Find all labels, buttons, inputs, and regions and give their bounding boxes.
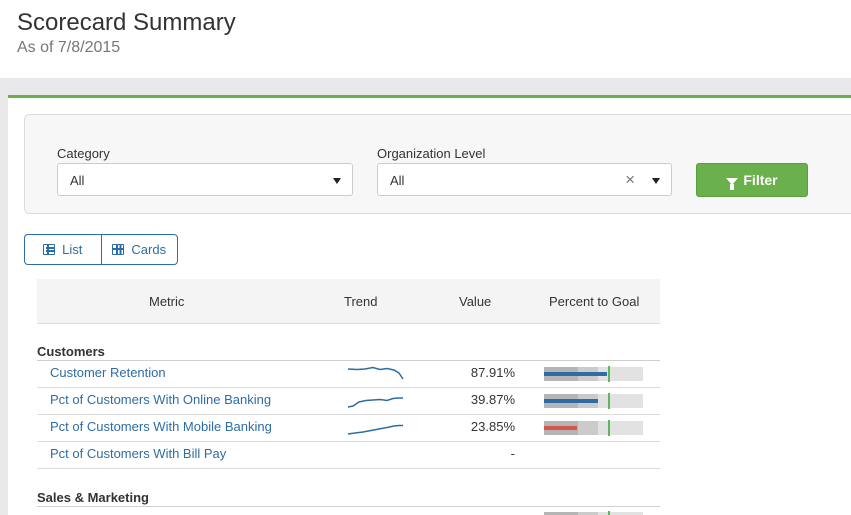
list-icon (43, 244, 56, 255)
group-label-customers: Customers (37, 344, 105, 359)
column-header-trend[interactable]: Trend (344, 294, 377, 309)
close-icon[interactable]: × (625, 170, 635, 190)
grid-icon (112, 244, 125, 255)
org-level-label: Organization Level (377, 146, 486, 161)
percent-to-goal-bar (544, 393, 643, 409)
table-row: Pct of Customers With Mobile Banking 23.… (37, 415, 660, 442)
table-row: Pct of Customers With Online Banking 39.… (37, 388, 660, 415)
page-title: Scorecard Summary (17, 9, 236, 36)
percent-to-goal-bar (544, 420, 643, 436)
page-header: Scorecard Summary As of 7/8/2015 (0, 0, 851, 78)
progress-fill (544, 372, 608, 376)
goal-marker (608, 420, 610, 436)
trend-sparkline (347, 366, 404, 380)
funnel-icon (726, 177, 739, 190)
goal-marker (608, 366, 610, 382)
list-view-button[interactable]: List (25, 235, 101, 264)
category-label: Category (57, 146, 110, 161)
filter-button-label: Filter (743, 172, 778, 188)
metric-value: 39.87% (470, 392, 515, 407)
metric-value: - (510, 446, 515, 461)
percent-to-goal-bar (544, 366, 643, 382)
list-view-label: List (62, 242, 83, 257)
column-header-metric[interactable]: Metric (149, 294, 184, 309)
trend-sparkline (347, 397, 403, 408)
metric-value: 23.85% (470, 419, 515, 434)
trend-sparkline (347, 424, 403, 435)
column-header-value[interactable]: Value (459, 294, 491, 309)
org-level-select[interactable]: All × (377, 163, 672, 196)
chevron-down-icon (333, 178, 341, 184)
metric-value: 87.91% (470, 365, 515, 380)
progress-fill (544, 426, 577, 430)
org-level-select-value: All (390, 173, 405, 188)
view-toggle: List Cards (24, 234, 178, 265)
goal-marker (608, 393, 610, 409)
cards-view-label: Cards (131, 242, 167, 257)
page-subtitle: As of 7/8/2015 (17, 39, 121, 56)
metric-link[interactable]: Customer Retention (50, 365, 166, 380)
filter-button[interactable]: Filter (696, 163, 808, 197)
cards-view-button[interactable]: Cards (100, 235, 178, 264)
metric-link[interactable]: Pct of Customers With Online Banking (50, 392, 271, 407)
table-row-partial (37, 506, 660, 515)
metric-link[interactable]: Pct of Customers With Mobile Banking (50, 419, 272, 434)
metric-link[interactable]: Pct of Customers With Bill Pay (50, 446, 226, 461)
column-header-percent-to-goal[interactable]: Percent to Goal (549, 294, 639, 309)
group-label-sales-marketing: Sales & Marketing (37, 490, 149, 505)
progress-fill (544, 399, 599, 403)
table-header: Metric Trend Value Percent to Goal (37, 279, 660, 324)
chevron-down-icon (652, 178, 660, 184)
category-select-value: All (70, 173, 85, 188)
table-row: Pct of Customers With Bill Pay - (37, 442, 660, 469)
table-row: Customer Retention 87.91% (37, 361, 660, 388)
category-select[interactable]: All (57, 163, 353, 196)
